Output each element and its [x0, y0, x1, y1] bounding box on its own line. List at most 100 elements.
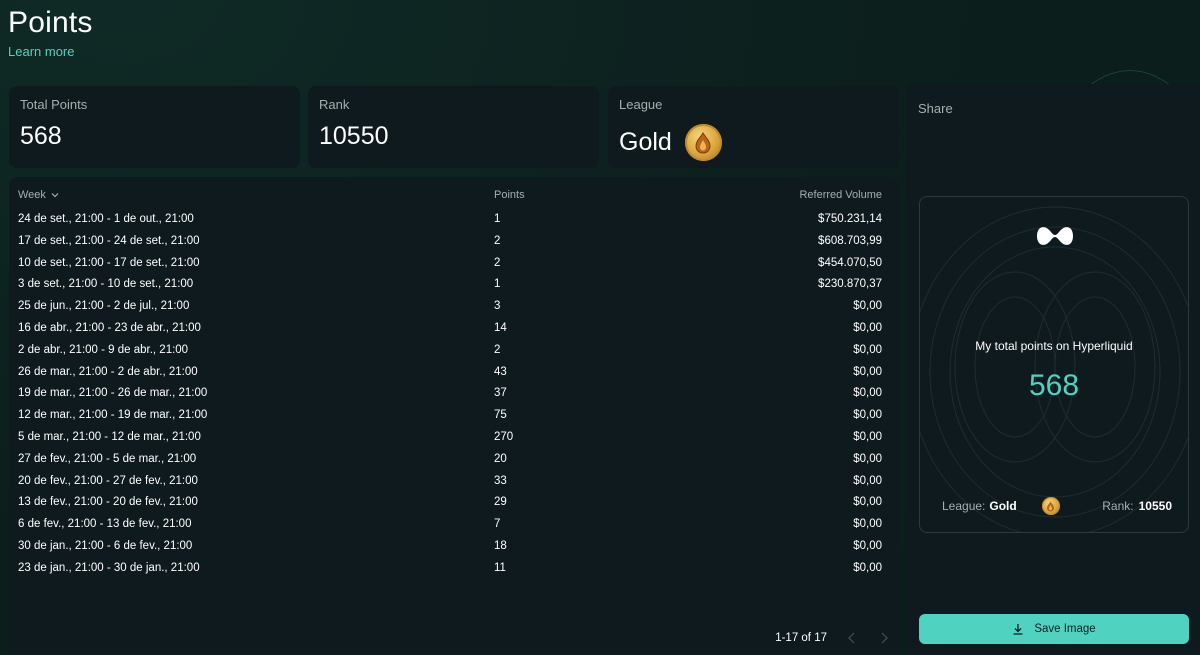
points-cell: 33 [494, 474, 507, 487]
points-cell: 11 [494, 561, 506, 574]
table-row: 20 de fev., 21:00 - 27 de fev., 21:00 33 $… [9, 471, 899, 493]
table-body: 24 de set., 21:00 - 1 de out., 21:00 1 $75… [9, 209, 899, 580]
gold-league-icon [684, 124, 722, 161]
download-icon [1013, 624, 1023, 635]
points-cell: 37 [494, 387, 507, 400]
volume-cell: $0,00 [853, 561, 882, 574]
week-cell: 12 de mar., 21:00 - 19 de mar., 21:00 [18, 409, 208, 422]
week-cell: 30 de jan., 21:00 - 6 de fev., 21:00 [18, 539, 193, 552]
table-row: 30 de jan., 21:00 - 6 de fev., 21:00 18 $0… [9, 536, 899, 558]
points-cell: 43 [494, 365, 507, 378]
share-league-label: League: [942, 499, 986, 513]
volume-cell: $0,00 [853, 518, 882, 531]
week-cell: 6 de fev., 21:00 - 13 de fev., 21:00 [18, 518, 192, 531]
volume-cell: $0,00 [853, 387, 882, 400]
table-row: 12 de mar., 21:00 - 19 de mar., 21:00 75 $… [9, 405, 899, 427]
volume-cell: $0,00 [853, 539, 882, 552]
week-cell: 17 de set., 21:00 - 24 de set., 21:00 [18, 234, 200, 247]
rank-label: Rank [319, 97, 350, 112]
volume-cell: $0,00 [853, 474, 882, 487]
table-row: 24 de set., 21:00 - 1 de out., 21:00 1 $75… [9, 209, 899, 231]
week-cell: 20 de fev., 21:00 - 27 de fev., 21:00 [18, 474, 198, 487]
share-rank-value: 10550 [1138, 499, 1172, 513]
volume-cell: $0,00 [853, 430, 882, 443]
points-cell: 75 [494, 409, 507, 422]
week-cell: 2 de abr., 21:00 - 9 de abr., 21:00 [18, 343, 189, 356]
week-cell: 26 de mar., 21:00 - 2 de abr., 21:00 [18, 365, 198, 378]
save-image-button[interactable]: Save Image [919, 614, 1189, 644]
total-points-card: Total Points 568 [9, 86, 300, 168]
share-image-card: My total points on Hyperliquid 568 Leagu… [919, 196, 1189, 533]
page-title: Points [8, 6, 93, 39]
volume-cell: $0,00 [853, 452, 882, 465]
volume-cell: $230.870,37 [818, 278, 882, 291]
rank-value: 10550 [319, 122, 389, 150]
volume-cell: $454.070,50 [818, 256, 882, 269]
table-row: 23 de jan., 21:00 - 30 de jan., 21:00 11 $… [9, 558, 899, 580]
volume-cell: $0,00 [853, 321, 882, 334]
share-footer: League: Gold Rank: 10550 [942, 497, 1172, 515]
share-caption: My total points on Hyperliquid [975, 339, 1133, 353]
points-cell: 1 [494, 213, 501, 225]
table-row: 26 de mar., 21:00 - 2 de abr., 21:00 43 $0… [9, 362, 899, 384]
pagination: 1-17 of 17 [775, 631, 891, 645]
share-league-value: Gold [989, 499, 1017, 513]
table-row: 3 de set., 21:00 - 10 de set., 21:00 1 $23… [9, 274, 899, 296]
volume-cell: $0,00 [853, 409, 882, 422]
points-cell: 2 [494, 343, 501, 356]
save-image-label: Save Image [1034, 623, 1096, 635]
points-table: Week Points Referred Volume 24 de set., … [9, 177, 899, 655]
week-cell: 10 de set., 21:00 - 17 de set., 21:00 [18, 256, 200, 269]
volume-column-header: Referred Volume [799, 189, 882, 201]
points-cell: 1 [494, 278, 501, 291]
table-row: 5 de mar., 21:00 - 12 de mar., 21:00 270 $… [9, 427, 899, 449]
points-cell: 270 [494, 430, 514, 443]
volume-cell: $0,00 [853, 496, 882, 509]
gold-league-icon [1041, 497, 1060, 515]
table-header: Week Points Referred Volume [9, 189, 899, 205]
share-points-value: 568 [1028, 369, 1080, 402]
league-label: League [619, 97, 663, 112]
points-column-header: Points [494, 189, 525, 201]
week-column-header[interactable]: Week [18, 189, 60, 201]
table-row: 25 de jun., 21:00 - 2 de jul., 21:00 3 $0,… [9, 296, 899, 318]
week-cell: 24 de set., 21:00 - 1 de out., 21:00 [18, 213, 194, 225]
pagination-label: 1-17 of 17 [775, 632, 827, 644]
table-row: 27 de fev., 21:00 - 5 de mar., 21:00 20 $0… [9, 449, 899, 471]
table-row: 19 de mar., 21:00 - 26 de mar., 21:00 37 $… [9, 383, 899, 405]
league-card: League Gold [608, 86, 899, 168]
volume-cell: $750.231,14 [818, 213, 882, 225]
table-row: 13 de fev., 21:00 - 20 de fev., 21:00 29 $… [9, 492, 899, 514]
rank-card: Rank 10550 [308, 86, 599, 168]
week-header-label: Week [18, 189, 46, 201]
points-cell: 29 [494, 496, 507, 509]
week-cell: 25 de jun., 21:00 - 2 de jul., 21:00 [18, 300, 190, 313]
prev-page-button[interactable] [845, 631, 859, 645]
share-rank-label: Rank: [1102, 499, 1134, 513]
share-panel: Share My total points on Hyperliquid 568… [906, 84, 1200, 655]
next-page-button[interactable] [877, 631, 891, 645]
week-cell: 23 de jan., 21:00 - 30 de jan., 21:00 [18, 561, 200, 574]
points-cell: 3 [494, 300, 501, 313]
volume-cell: $0,00 [853, 365, 882, 378]
week-cell: 3 de set., 21:00 - 10 de set., 21:00 [18, 278, 194, 291]
league-value: Gold [619, 128, 672, 156]
week-cell: 13 de fev., 21:00 - 20 de fev., 21:00 [18, 496, 198, 509]
total-points-value: 568 [20, 122, 62, 150]
volume-cell: $0,00 [853, 300, 882, 313]
chevron-left-icon [848, 632, 855, 644]
chevron-down-icon [51, 193, 59, 198]
volume-cell: $0,00 [853, 343, 882, 356]
points-cell: 2 [494, 234, 501, 247]
week-cell: 19 de mar., 21:00 - 26 de mar., 21:00 [18, 387, 208, 400]
week-cell: 16 de abr., 21:00 - 23 de abr., 21:00 [18, 321, 201, 334]
table-row: 2 de abr., 21:00 - 9 de abr., 21:00 2 $0,0… [9, 340, 899, 362]
page-header: Points Learn more [8, 6, 93, 59]
points-cell: 14 [494, 321, 507, 334]
volume-cell: $608.703,99 [818, 234, 882, 247]
table-row: 6 de fev., 21:00 - 13 de fev., 21:00 7 $0,… [9, 514, 899, 536]
share-title: Share [918, 101, 953, 116]
week-cell: 5 de mar., 21:00 - 12 de mar., 21:00 [18, 430, 201, 443]
learn-more-link[interactable]: Learn more [8, 44, 93, 59]
table-row: 16 de abr., 21:00 - 23 de abr., 21:00 14 $… [9, 318, 899, 340]
